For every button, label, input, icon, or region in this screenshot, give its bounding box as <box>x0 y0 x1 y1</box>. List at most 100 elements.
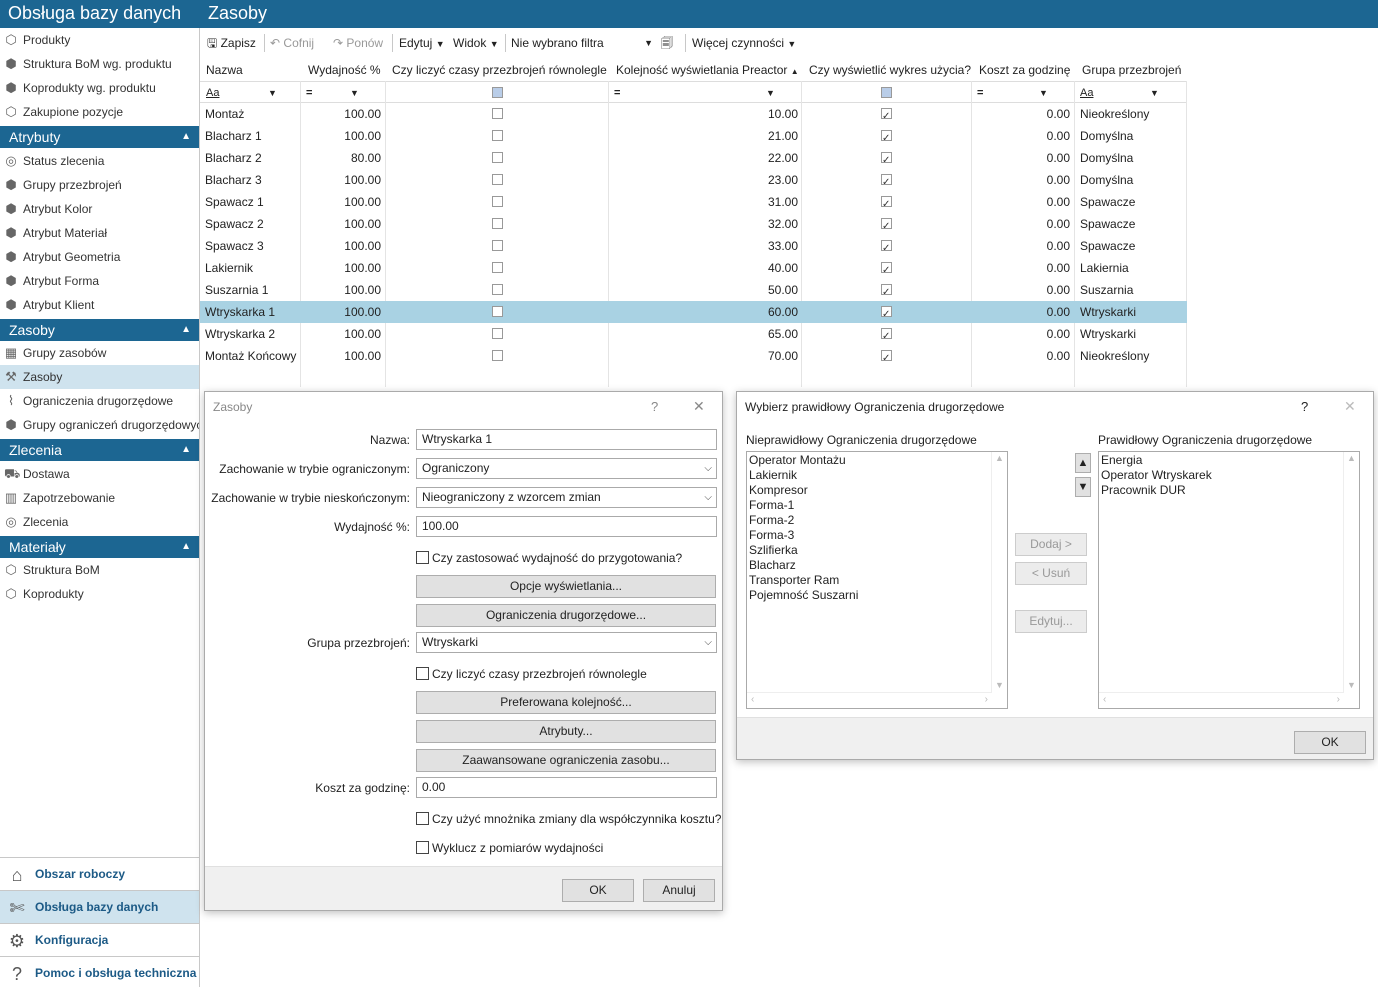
sidebar-item-struktura-bom-wg-produktu[interactable]: ⬢ Struktura BoM wg. produktu <box>0 52 199 76</box>
sidebar-item-zakupione-pozycje[interactable]: ⬡ Zakupione pozycje <box>0 100 199 124</box>
checkbox-wykres[interactable] <box>881 238 892 260</box>
list-item[interactable]: Lakiernik <box>749 468 797 483</box>
advanced-constraints-button[interactable]: Zaawansowane ograniczenia zasobu... <box>416 749 716 772</box>
checkbox-rownolegle[interactable] <box>492 174 503 185</box>
sidebar-item-atrybut-material[interactable]: ⬢ Atrybut Materiał <box>0 221 199 245</box>
table-row[interactable]: Blacharz 2 80.00 22.00 0.00 Domyślna <box>200 147 1187 172</box>
list-item[interactable]: Operator Wtryskarek <box>1101 468 1212 483</box>
checkbox-wykres[interactable] <box>881 282 892 304</box>
sidebar-item-grupy-zasobow[interactable]: ▦ Grupy zasobów <box>0 341 199 365</box>
sidebar-item-zlecenia[interactable]: ◎ Zlecenia <box>0 510 199 534</box>
checkbox-rownolegle[interactable] <box>492 240 503 251</box>
checkbox-rownolegle[interactable] <box>492 218 503 229</box>
move-up-button[interactable]: ▲ <box>1075 453 1091 473</box>
checkbox-rownolegle[interactable] <box>492 108 503 119</box>
column-header-grupa[interactable]: Grupa przezbrojeń <box>1076 59 1181 81</box>
sidebar-item-atrybut-kolor[interactable]: ⬢ Atrybut Kolor <box>0 197 199 221</box>
exclude-efficiency-checkbox[interactable] <box>416 841 429 854</box>
save-button[interactable]: 🖫 Zapisz <box>207 34 256 52</box>
cost-input[interactable]: 0.00 <box>416 777 717 798</box>
table-row[interactable]: Suszarnia 1 100.00 50.00 0.00 Suszarnia <box>200 279 1187 304</box>
table-row[interactable]: Wtryskarka 1 100.00 60.00 0.00 Wtryskarki <box>200 301 1187 326</box>
sidebar-item-status-zlecenia[interactable]: ◎ Status zlecenia <box>0 149 199 173</box>
scroll-up-icon[interactable]: ▲ <box>1347 453 1356 463</box>
help-button[interactable]: ? <box>651 399 658 414</box>
secondary-constraints-button[interactable]: Ograniczenia drugorzędowe... <box>416 604 716 627</box>
filter-eq-kolejnosc[interactable]: = ▼ <box>614 84 776 102</box>
scroll-down-icon[interactable]: ▼ <box>1347 680 1356 690</box>
efficiency-setup-checkbox[interactable] <box>416 551 429 564</box>
column-header-kolejnosc[interactable]: Kolejność wyświetlania Preactor ▲ <box>610 59 799 81</box>
checkbox-wykres[interactable] <box>881 106 892 128</box>
sidebar-section-zlecenia[interactable]: Zlecenia ▲ <box>0 439 199 461</box>
checkbox-rownolegle[interactable] <box>492 328 503 339</box>
checkbox-rownolegle[interactable] <box>492 152 503 163</box>
list-item[interactable]: Pojemność Suszarni <box>749 588 858 603</box>
sidebar-item-zapotrzebowanie[interactable]: ▥ Zapotrzebowanie <box>0 486 199 510</box>
checkbox-rownolegle[interactable] <box>492 306 503 317</box>
filter-edit-button[interactable]: 🗐 <box>661 34 673 52</box>
sidebar-item-grupy-przezbrojen[interactable]: ⬢ Grupy przezbrojeń <box>0 173 199 197</box>
filter-text-nazwa[interactable]: Aa ▼ <box>206 84 277 102</box>
infinite-behavior-select[interactable]: Nieograniczony z wzorcem zmian ⌵ <box>416 487 717 508</box>
checkbox-rownolegle[interactable] <box>492 130 503 141</box>
scroll-left-icon[interactable]: ‹ <box>751 694 754 705</box>
attributes-button[interactable]: Atrybuty... <box>416 720 716 743</box>
sidebar-item-atrybut-forma[interactable]: ⬢ Atrybut Forma <box>0 269 199 293</box>
nav-obszar-roboczy[interactable]: ⌂ Obszar roboczy <box>0 857 199 890</box>
ok-button[interactable]: OK <box>562 879 634 902</box>
list-item[interactable]: Szlifierka <box>749 543 798 558</box>
list-item[interactable]: Blacharz <box>749 558 796 573</box>
invalid-constraints-list[interactable]: Operator Montażu Lakiernik Kompresor Forma-… <box>746 451 1008 709</box>
checkbox-wykres[interactable] <box>881 260 892 282</box>
filter-select[interactable]: Nie wybrano filtra ▼ <box>511 34 653 52</box>
sidebar-item-atrybut-klient[interactable]: ⬢ Atrybut Klient <box>0 293 199 317</box>
list-item[interactable]: Kompresor <box>749 483 808 498</box>
table-row[interactable]: Montaż Końcowy 100.00 70.00 0.00 Nieokreślon… <box>200 345 1187 370</box>
filter-text-grupa[interactable]: Aa ▼ <box>1080 84 1160 102</box>
filter-checkbox-rownolegle[interactable] <box>492 87 503 98</box>
remove-button[interactable]: < Usuń <box>1015 562 1087 585</box>
efficiency-input[interactable]: 100.00 <box>416 516 717 537</box>
scrollbar-vertical[interactable]: ▲ ▼ <box>1343 452 1359 692</box>
sidebar-item-atrybut-geometria[interactable]: ⬢ Atrybut Geometria <box>0 245 199 269</box>
sidebar-item-koprodukty[interactable]: ⬡ Koprodukty <box>0 582 199 606</box>
nav-pomoc[interactable]: ? Pomoc i obsługa techniczna <box>0 956 199 989</box>
checkbox-wykres[interactable] <box>881 128 892 150</box>
cancel-button[interactable]: Anuluj <box>643 879 715 902</box>
checkbox-wykres[interactable] <box>881 326 892 348</box>
scroll-right-icon[interactable]: › <box>1337 694 1340 705</box>
filter-eq-wydajnosc[interactable]: = ▼ <box>306 84 362 102</box>
table-row[interactable]: Montaż 100.00 10.00 0.00 Nieokreślony <box>200 103 1187 128</box>
edit-button[interactable]: Edytuj... <box>1015 610 1087 633</box>
sidebar-item-ograniczenia-drugorzedowe[interactable]: ⌇ Ograniczenia drugorzędowe <box>0 389 199 413</box>
shift-multiplier-checkbox[interactable] <box>416 812 429 825</box>
sidebar-section-atrybuty[interactable]: Atrybuty ▲ <box>0 126 199 148</box>
list-item[interactable]: Forma-1 <box>749 498 794 513</box>
view-menu-button[interactable]: Widok ▼ <box>453 34 499 52</box>
name-input[interactable]: Wtryskarka 1 <box>416 429 717 450</box>
nav-konfiguracja[interactable]: ⚙ Konfiguracja <box>0 923 199 956</box>
sidebar-item-zasoby[interactable]: ⚒ Zasoby <box>0 365 199 389</box>
changeover-group-select[interactable]: Wtryskarki ⌵ <box>416 632 717 653</box>
column-header-nazwa[interactable]: Nazwa <box>200 59 243 81</box>
scroll-down-icon[interactable]: ▼ <box>995 680 1004 690</box>
sidebar-item-dostawa[interactable]: ⛟ Dostawa <box>0 462 199 486</box>
checkbox-wykres[interactable] <box>881 304 892 326</box>
close-button[interactable]: ✕ <box>693 398 705 415</box>
scroll-up-icon[interactable]: ▲ <box>995 453 1004 463</box>
redo-button[interactable]: ↷ Ponów <box>333 34 383 52</box>
sidebar-section-materialy[interactable]: Materiały ▲ <box>0 536 199 558</box>
checkbox-rownolegle[interactable] <box>492 284 503 295</box>
table-row[interactable]: Lakiernik 100.00 40.00 0.00 Lakiernia <box>200 257 1187 282</box>
move-down-button[interactable]: ▼ <box>1075 477 1091 497</box>
checkbox-rownolegle[interactable] <box>492 350 503 361</box>
table-row[interactable]: Spawacz 1 100.00 31.00 0.00 Spawacze <box>200 191 1187 216</box>
help-button[interactable]: ? <box>1301 399 1308 414</box>
more-actions-button[interactable]: Więcej czynności ▼ <box>692 34 796 52</box>
edit-menu-button[interactable]: Edytuj ▼ <box>399 34 445 52</box>
preferred-sequence-button[interactable]: Preferowana kolejność... <box>416 691 716 714</box>
valid-constraints-list[interactable]: Energia Operator Wtryskarek Pracownik DUR … <box>1098 451 1360 709</box>
sidebar-section-zasoby[interactable]: Zasoby ▲ <box>0 319 199 341</box>
list-item[interactable]: Operator Montażu <box>749 453 846 468</box>
